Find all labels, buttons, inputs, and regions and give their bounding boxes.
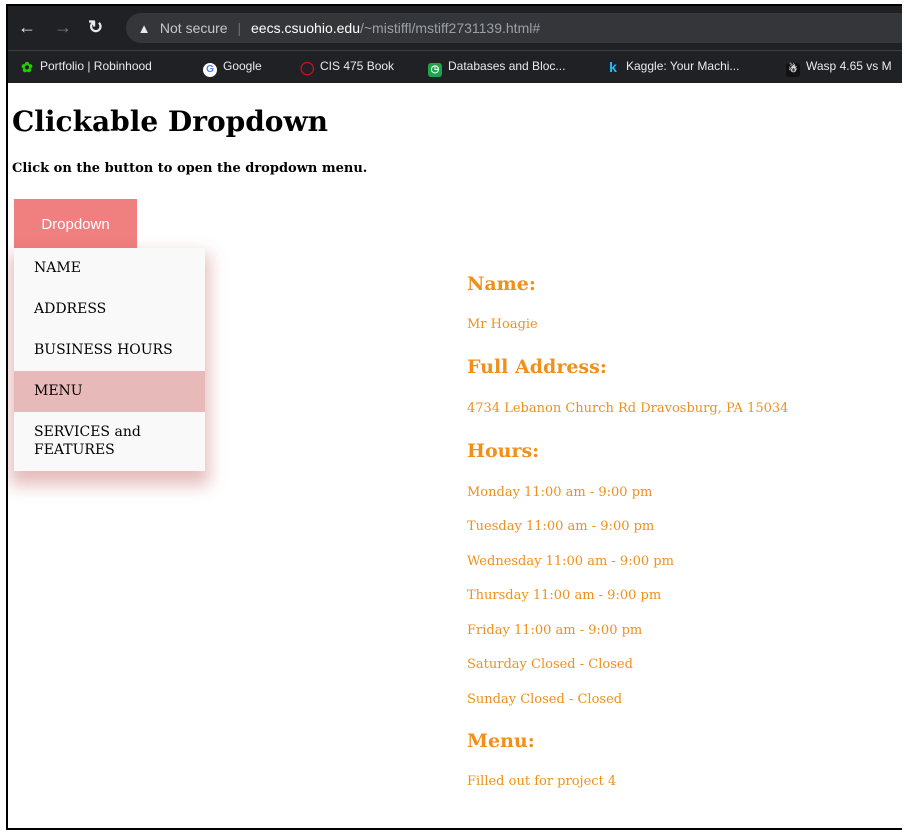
url-host[interactable]: eecs.csuohio.edu bbox=[251, 20, 360, 36]
name-heading: Name: bbox=[467, 273, 536, 295]
address-bar[interactable]: ▲ Not secure | eecs.csuohio.edu/~mistiff… bbox=[126, 13, 902, 43]
bookmark-kaggle[interactable]: k Kaggle: Your Machi... bbox=[606, 59, 739, 74]
dropdown-button[interactable]: Dropdown bbox=[14, 199, 137, 248]
warning-triangle-icon[interactable]: ▲ bbox=[136, 14, 152, 44]
bookmarks-bar: ✿ Portfolio | Robinhood G Google ◯ CIS 475 … bbox=[8, 50, 902, 83]
page-viewport: Clickable Dropdown Click on the button t… bbox=[8, 83, 902, 828]
wasp-icon: ☃ bbox=[786, 63, 800, 77]
bookmark-label: CIS 475 Book bbox=[320, 59, 395, 73]
oreilly-icon: ◯ bbox=[300, 60, 315, 75]
bookmark-google[interactable]: G Google bbox=[203, 59, 262, 77]
hours-friday: Friday 11:00 am - 9:00 pm bbox=[467, 623, 643, 638]
hours-thursday: Thursday 11:00 am - 9:00 pm bbox=[467, 588, 662, 603]
google-g-icon: G bbox=[203, 63, 217, 77]
kaggle-k-icon: k bbox=[609, 59, 617, 75]
security-label[interactable]: Not secure bbox=[160, 20, 228, 36]
page-instruction: Click on the button to open the dropdown… bbox=[12, 161, 368, 176]
hours-heading: Hours: bbox=[467, 440, 540, 462]
bookmark-label: Google bbox=[223, 59, 262, 73]
bookmark-cis475-book[interactable]: ◯ CIS 475 Book bbox=[300, 59, 394, 75]
bookmark-robinhood[interactable]: ✿ Portfolio | Robinhood bbox=[20, 59, 152, 74]
browser-toolbar: ← → ↻ ▲ Not secure | eecs.csuohio.edu/~m… bbox=[8, 6, 902, 50]
hours-monday: Monday 11:00 am - 9:00 pm bbox=[467, 485, 653, 500]
bookmark-label: Wasp 4.65 vs M bbox=[806, 59, 892, 73]
address-heading: Full Address: bbox=[467, 356, 607, 378]
dropdown-item-services[interactable]: SERVICES and FEATURES bbox=[14, 412, 205, 471]
reload-icon[interactable]: ↻ bbox=[88, 18, 103, 36]
dropdown-item-name[interactable]: NAME bbox=[14, 248, 205, 289]
address-value: 4734 Lebanon Church Rd Dravosburg, PA 15… bbox=[467, 401, 789, 416]
dropdown-item-address[interactable]: ADDRESS bbox=[14, 289, 205, 330]
url-path[interactable]: /~mistiffl/mstiff2731139.html# bbox=[360, 20, 540, 36]
hours-sunday: Sunday Closed - Closed bbox=[467, 692, 623, 707]
menu-heading: Menu: bbox=[467, 730, 535, 752]
browser-window: ← → ↻ ▲ Not secure | eecs.csuohio.edu/~m… bbox=[6, 4, 902, 830]
back-arrow-icon[interactable]: ← bbox=[18, 18, 36, 36]
bookmark-label: Kaggle: Your Machi... bbox=[626, 59, 740, 73]
hours-saturday: Saturday Closed - Closed bbox=[467, 657, 633, 672]
bookmark-label: Portfolio | Robinhood bbox=[40, 59, 152, 73]
hours-tuesday: Tuesday 11:00 am - 9:00 pm bbox=[467, 519, 655, 534]
dropdown-item-business-hours[interactable]: BUSINESS HOURS bbox=[14, 330, 205, 371]
dropdown-menu: NAME ADDRESS BUSINESS HOURS MENU SERVICE… bbox=[14, 248, 205, 471]
robinhood-feather-icon: ✿ bbox=[21, 59, 33, 75]
menu-value: Filled out for project 4 bbox=[467, 774, 617, 789]
bookmark-label: Databases and Bloc... bbox=[448, 59, 566, 73]
page-title: Clickable Dropdown bbox=[12, 105, 328, 138]
forward-arrow-icon[interactable]: → bbox=[54, 18, 72, 36]
bookmark-databases[interactable]: ◷ Databases and Bloc... bbox=[428, 59, 565, 77]
address-separator: | bbox=[237, 20, 242, 36]
name-value: Mr Hoagie bbox=[467, 317, 538, 332]
dropdown-item-menu[interactable]: MENU bbox=[14, 371, 205, 412]
hours-wednesday: Wednesday 11:00 am - 9:00 pm bbox=[467, 554, 674, 569]
bookmark-wasp[interactable]: ☃ Wasp 4.65 vs M bbox=[786, 59, 892, 77]
green-clock-icon: ◷ bbox=[428, 63, 442, 77]
